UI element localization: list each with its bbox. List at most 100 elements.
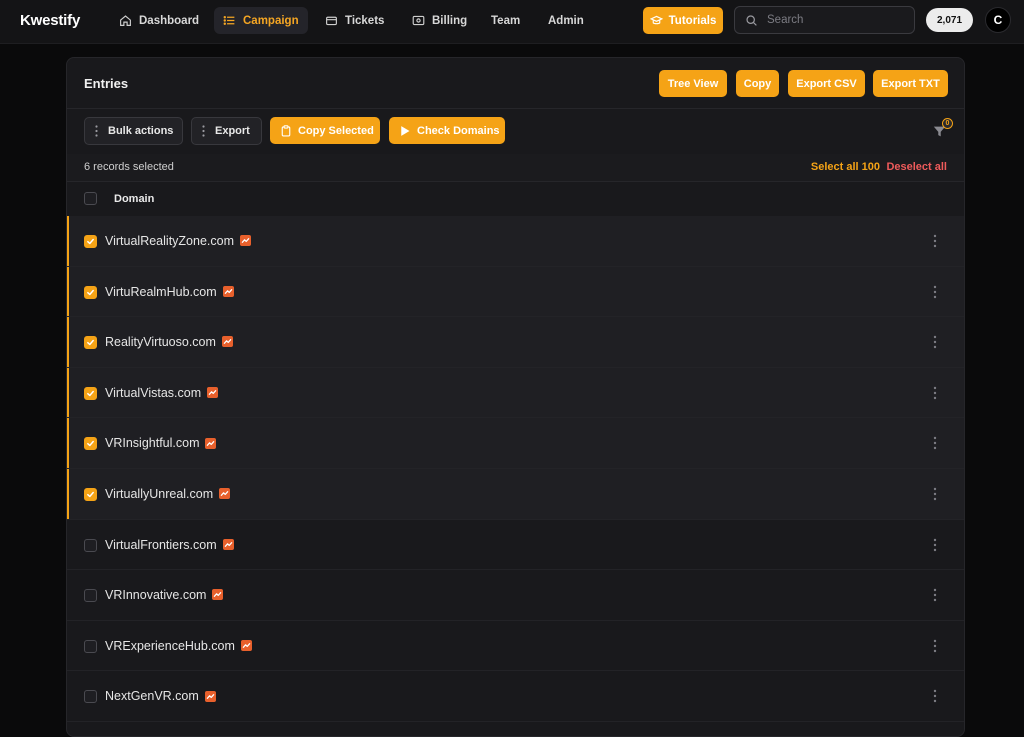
filter-count-badge: 0 — [942, 118, 953, 129]
check-domains-button[interactable]: Check Domains — [389, 117, 505, 144]
export-txt-button[interactable]: Export TXT — [873, 70, 948, 97]
selection-count: 6 records selected — [84, 161, 174, 173]
row-checkbox[interactable] — [84, 285, 97, 299]
copy-button[interactable]: Copy — [736, 70, 779, 97]
trend-icon[interactable] — [205, 437, 217, 449]
row-actions-kebab-icon[interactable] — [932, 285, 938, 299]
kebab-icon — [202, 125, 205, 137]
card-header: Entries Tree View Copy Export CSV Export… — [67, 58, 964, 109]
search-box — [734, 6, 915, 34]
row-actions-kebab-icon[interactable] — [932, 639, 938, 653]
row-actions-kebab-icon[interactable] — [932, 436, 938, 450]
export-label: Export — [215, 125, 250, 137]
nav-admin[interactable]: Admin — [539, 7, 593, 34]
table-row[interactable]: RealityVirtuoso.com — [67, 317, 964, 368]
table-row[interactable]: VirtuRealmHub.com — [67, 266, 964, 318]
clipboard-icon — [281, 124, 291, 136]
row-checkbox[interactable] — [84, 336, 97, 350]
nav-tickets[interactable]: Tickets — [316, 7, 393, 34]
page-title: Entries — [84, 76, 129, 91]
domain-name[interactable]: VRInnovative.com — [105, 588, 206, 602]
row-checkbox[interactable] — [84, 538, 97, 552]
domain-cell: VRExperienceHub.com — [105, 639, 252, 653]
row-checkbox[interactable] — [84, 437, 97, 451]
row-checkbox[interactable] — [84, 487, 97, 501]
row-checkbox[interactable] — [84, 235, 97, 248]
trend-icon[interactable] — [222, 285, 234, 297]
nav-billing[interactable]: Billing — [403, 7, 476, 34]
table-row[interactable]: NextGenVR.com — [67, 671, 964, 722]
trend-icon[interactable] — [240, 639, 252, 651]
domain-name[interactable]: VRInsightful.com — [105, 436, 199, 450]
domain-name[interactable]: NextGenVR.com — [105, 689, 199, 703]
bulk-actions-button[interactable]: Bulk actions — [84, 117, 183, 145]
select-all-link[interactable]: Select all 100 — [811, 161, 880, 173]
top-navbar: Kwestify Dashboard Campaign Tickets Bill… — [0, 0, 1024, 44]
domain-name[interactable]: VRExperienceHub.com — [105, 639, 235, 653]
kebab-icon — [95, 125, 98, 137]
search-input[interactable] — [765, 13, 909, 27]
row-checkbox[interactable] — [84, 386, 97, 400]
domain-cell: VRInnovative.com — [105, 588, 224, 602]
tree-view-button[interactable]: Tree View — [659, 70, 727, 97]
row-checkbox[interactable] — [84, 589, 97, 603]
billing-icon — [412, 15, 425, 26]
trend-icon[interactable] — [212, 589, 224, 601]
check-icon — [87, 390, 94, 396]
table-row[interactable]: VirtualVistas.com — [67, 367, 964, 419]
row-actions-kebab-icon[interactable] — [932, 588, 938, 602]
trend-icon[interactable] — [207, 386, 219, 398]
domain-name[interactable]: VirtualFrontiers.com — [105, 538, 217, 552]
table-row[interactable]: VRInnovative.com — [67, 570, 964, 621]
check-icon — [87, 289, 94, 295]
tutorials-button[interactable]: Tutorials — [643, 7, 723, 34]
search-icon — [746, 14, 757, 26]
row-checkbox[interactable] — [84, 639, 97, 653]
credits-badge[interactable]: 2,071 — [926, 8, 973, 32]
row-actions-kebab-icon[interactable] — [932, 689, 938, 703]
row-actions-kebab-icon[interactable] — [932, 487, 938, 501]
domain-name[interactable]: VirtuRealmHub.com — [105, 285, 217, 299]
tutorials-label: Tutorials — [668, 14, 717, 27]
nav-tickets-label: Tickets — [345, 14, 385, 27]
export-csv-button[interactable]: Export CSV — [788, 70, 865, 97]
nav-dashboard[interactable]: Dashboard — [110, 7, 208, 34]
domain-cell: VirtualFrontiers.com — [105, 538, 234, 552]
row-actions-kebab-icon[interactable] — [932, 538, 938, 552]
selection-bar: 6 records selected Select all 100 Desele… — [67, 154, 964, 182]
domain-cell: VirtualRealityZone.com — [105, 234, 251, 248]
table-header: Domain — [67, 182, 964, 217]
export-button[interactable]: Export — [191, 117, 262, 145]
nav-team[interactable]: Team — [482, 7, 529, 34]
nav-campaign[interactable]: Campaign — [214, 7, 308, 34]
domain-name[interactable]: VirtuallyUnreal.com — [105, 487, 213, 501]
trend-icon[interactable] — [222, 538, 234, 550]
table-row[interactable]: VRExperienceHub.com — [67, 621, 964, 672]
trend-icon[interactable] — [221, 336, 233, 348]
domain-name[interactable]: VirtualRealityZone.com — [105, 234, 234, 248]
domain-name[interactable]: RealityVirtuoso.com — [105, 335, 216, 349]
brand-logo[interactable]: Kwestify — [20, 12, 80, 29]
domain-cell: VRInsightful.com — [105, 436, 217, 450]
table-row[interactable]: VRInsightful.com — [67, 418, 964, 469]
column-header-domain[interactable]: Domain — [114, 193, 154, 205]
trend-icon[interactable] — [240, 235, 251, 247]
domain-cell: VirtualVistas.com — [105, 386, 219, 400]
table-row[interactable]: VirtualFrontiers.com — [67, 520, 964, 571]
trend-icon[interactable] — [219, 488, 231, 500]
table-row[interactable]: VirtualRealityZone.com — [67, 216, 964, 267]
row-actions-kebab-icon[interactable] — [932, 335, 938, 349]
domain-name[interactable]: VirtualVistas.com — [105, 386, 201, 400]
copy-selected-button[interactable]: Copy Selected — [270, 117, 380, 144]
trend-icon[interactable] — [204, 690, 216, 702]
deselect-all-link[interactable]: Deselect all — [886, 161, 947, 173]
domain-cell: VirtuRealmHub.com — [105, 285, 234, 299]
filter-button[interactable]: 0 — [931, 118, 953, 143]
select-all-checkbox[interactable] — [84, 192, 97, 205]
check-icon — [87, 339, 94, 346]
table-row[interactable]: VirtuallyUnreal.com — [67, 468, 964, 520]
row-actions-kebab-icon[interactable] — [932, 234, 938, 248]
row-actions-kebab-icon[interactable] — [932, 386, 938, 400]
row-checkbox[interactable] — [84, 690, 97, 704]
avatar[interactable]: C — [985, 7, 1011, 33]
